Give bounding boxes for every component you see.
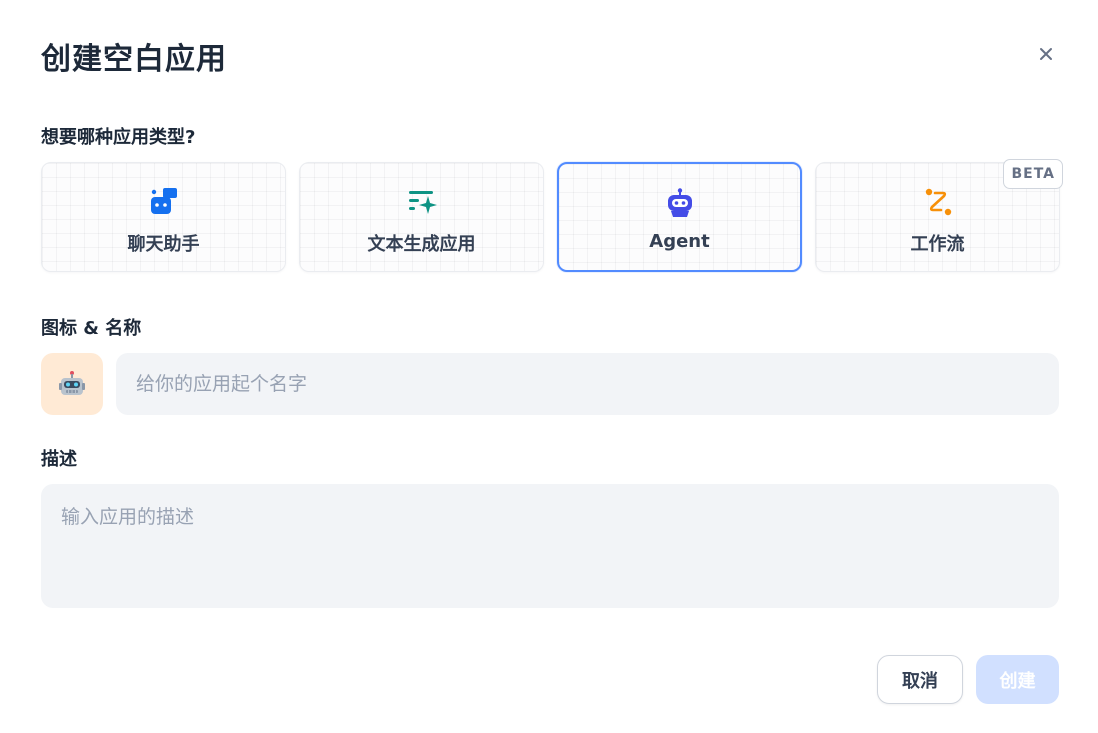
robot-emoji-icon	[59, 371, 85, 395]
app-type-chat-assistant[interactable]: 聊天助手	[41, 162, 286, 272]
create-button[interactable]: 创建	[976, 655, 1059, 704]
robot-icon	[663, 186, 697, 220]
icon-name-label: 图标 & 名称	[41, 318, 142, 339]
app-type-label-agent: Agent	[649, 231, 710, 252]
dialog-title: 创建空白应用	[41, 42, 227, 77]
app-type-agent[interactable]: Agent	[557, 162, 802, 272]
app-type-label-chat: 聊天助手	[127, 234, 200, 255]
description-textarea[interactable]	[41, 484, 1059, 608]
close-icon	[1040, 48, 1052, 60]
beta-badge: BETA	[1003, 159, 1063, 189]
app-type-options: 聊天助手 文本生成应用 Agent 工作流 BETA	[41, 159, 1063, 272]
close-button[interactable]	[1032, 40, 1060, 68]
text-sparkle-icon	[405, 185, 439, 219]
app-type-label-workflow: 工作流	[910, 234, 965, 255]
app-name-input[interactable]	[116, 353, 1059, 415]
cancel-button[interactable]: 取消	[877, 655, 963, 704]
app-type-text-generator[interactable]: 文本生成应用	[299, 162, 544, 272]
app-icon-picker[interactable]	[41, 353, 103, 415]
app-type-label: 想要哪种应用类型?	[41, 127, 196, 148]
chat-bubble-icon	[147, 185, 181, 219]
app-type-workflow[interactable]: 工作流 BETA	[815, 159, 1063, 272]
workflow-route-icon	[921, 185, 955, 219]
app-type-label-text: 文本生成应用	[367, 234, 476, 255]
description-label: 描述	[41, 449, 77, 470]
